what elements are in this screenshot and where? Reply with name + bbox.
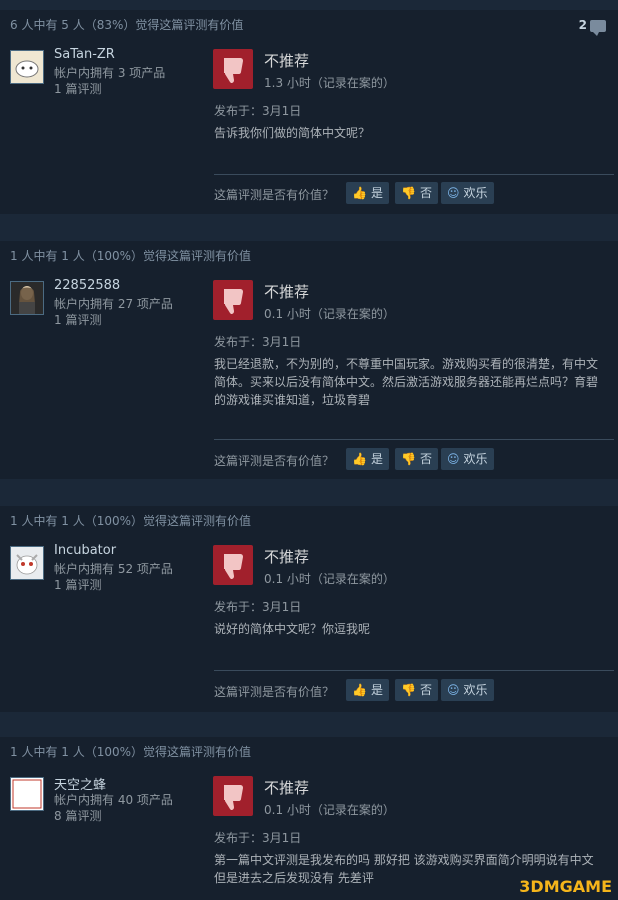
review-count[interactable]: 1 篇评测 — [54, 312, 173, 328]
vote-yes-button[interactable]: 👍 是 — [346, 679, 389, 701]
vote-yes-label: 是 — [370, 186, 383, 200]
vote-yes-button[interactable]: 👍 是 — [346, 182, 389, 204]
username-link[interactable]: 天空之蜂 — [54, 774, 106, 793]
review-card: 1 人中有 1 人（100%）觉得这篇评测有价值 天空之蜂 帐户内拥有 40 项… — [0, 737, 618, 900]
user-info: 帐户内拥有 3 项产品 1 篇评测 — [54, 65, 165, 97]
posted-date: 发布于：3月1日 — [214, 831, 302, 845]
avatar[interactable] — [10, 50, 44, 84]
thumb-up-icon: 👍 — [352, 186, 367, 200]
hours-played: 0.1 小时（记录在案的） — [264, 307, 395, 321]
comment-count[interactable]: 2 — [579, 10, 606, 40]
watermark: 3DMGAME — [519, 877, 612, 896]
avatar-image — [11, 547, 43, 579]
review-count[interactable]: 8 篇评测 — [54, 808, 173, 824]
products-owned[interactable]: 帐户内拥有 3 项产品 — [54, 65, 165, 81]
review-helpful-summary: 1 人中有 1 人（100%）觉得这篇评测有价值 — [0, 737, 618, 767]
thumb-down-icon — [213, 280, 253, 320]
comment-count-value: 2 — [578, 18, 587, 32]
review-body: Incubator 帐户内拥有 52 项产品 1 篇评测 不推荐 0.1 小时（… — [0, 536, 618, 712]
divider — [214, 670, 614, 671]
divider — [214, 174, 614, 175]
smiley-icon: ☺ — [447, 683, 460, 697]
products-owned[interactable]: 帐户内拥有 27 项产品 — [54, 296, 173, 312]
thumb-down-icon — [213, 545, 253, 585]
vote-funny-button[interactable]: ☺ 欢乐 — [441, 448, 494, 470]
thumb-down-icon — [213, 49, 253, 89]
products-owned[interactable]: 帐户内拥有 40 项产品 — [54, 792, 173, 808]
verdict-title[interactable]: 不推荐 — [264, 777, 309, 798]
smiley-icon: ☺ — [447, 186, 460, 200]
verdict-title[interactable]: 不推荐 — [264, 50, 309, 71]
posted-date: 发布于：3月1日 — [214, 335, 302, 349]
avatar[interactable] — [10, 777, 44, 811]
review-count[interactable]: 1 篇评测 — [54, 81, 165, 97]
thumb-down-small-icon: 👎 — [401, 683, 416, 697]
products-owned[interactable]: 帐户内拥有 52 项产品 — [54, 561, 173, 577]
vote-no-button[interactable]: 👎 否 — [395, 182, 438, 204]
avatar[interactable] — [10, 546, 44, 580]
comment-icon — [590, 19, 606, 36]
review-content: 我已经退款，不为别的，不尊重中国玩家。游戏购买看的很清楚，有中文简体。买来以后没… — [214, 357, 599, 407]
helpful-question: 这篇评测是否有价值？ — [214, 454, 335, 468]
thumb-up-icon: 👍 — [352, 683, 367, 697]
review-helpful-summary: 1 人中有 1 人（100%）觉得这篇评测有价值 — [0, 506, 618, 536]
user-info: 帐户内拥有 40 项产品 8 篇评测 — [54, 792, 173, 824]
review-body: SaTan-ZR 帐户内拥有 3 项产品 1 篇评测 不推荐 1.3 小时（记录… — [0, 40, 618, 214]
helpful-summary-text: 1 人中有 1 人（100%）觉得这篇评测有价值 — [10, 249, 252, 263]
helpful-summary-text: 1 人中有 1 人（100%）觉得这篇评测有价值 — [10, 514, 252, 528]
hours-played: 1.3 小时（记录在案的） — [264, 76, 395, 90]
review-helpful-summary: 6 人中有 5 人（83%）觉得这篇评测有价值 2 — [0, 10, 618, 40]
helpful-summary-text: 6 人中有 5 人（83%）觉得这篇评测有价值 — [10, 18, 244, 32]
avatar-image — [11, 282, 43, 314]
review-body: 22852588 帐户内拥有 27 项产品 1 篇评测 不推荐 0.1 小时（记… — [0, 271, 618, 479]
vote-no-button[interactable]: 👎 否 — [395, 679, 438, 701]
thumb-down-small-icon: 👎 — [401, 452, 416, 466]
vote-yes-label: 是 — [370, 683, 383, 697]
divider — [214, 439, 614, 440]
username-link[interactable]: SaTan-ZR — [54, 47, 115, 62]
thumb-down-small-icon: 👎 — [401, 186, 416, 200]
avatar-image — [11, 51, 43, 83]
helpful-question: 这篇评测是否有价值？ — [214, 685, 335, 699]
user-info: 帐户内拥有 52 项产品 1 篇评测 — [54, 561, 173, 593]
hours-played: 0.1 小时（记录在案的） — [264, 803, 395, 817]
review-helpful-summary: 1 人中有 1 人（100%）觉得这篇评测有价值 — [0, 241, 618, 271]
thumb-down-icon — [213, 776, 253, 816]
review-card: 1 人中有 1 人（100%）觉得这篇评测有价值 Incubator 帐户内拥有… — [0, 506, 618, 712]
vote-no-label: 否 — [419, 186, 432, 200]
vote-funny-label: 欢乐 — [463, 683, 488, 697]
thumb-up-icon: 👍 — [352, 452, 367, 466]
review-card: 6 人中有 5 人（83%）觉得这篇评测有价值 2 SaTan-ZR 帐户内拥有… — [0, 10, 618, 214]
avatar[interactable] — [10, 281, 44, 315]
smiley-icon: ☺ — [447, 452, 460, 466]
vote-funny-label: 欢乐 — [463, 186, 488, 200]
review-card: 1 人中有 1 人（100%）觉得这篇评测有价值 22852588 帐户内拥有 … — [0, 241, 618, 479]
helpful-question: 这篇评测是否有价值？ — [214, 188, 335, 202]
watermark-text: 3DMGAME — [519, 877, 612, 896]
verdict-title[interactable]: 不推荐 — [264, 281, 309, 302]
vote-no-button[interactable]: 👎 否 — [395, 448, 438, 470]
verdict-title[interactable]: 不推荐 — [264, 546, 309, 567]
vote-no-label: 否 — [419, 452, 432, 466]
vote-yes-button[interactable]: 👍 是 — [346, 448, 389, 470]
vote-funny-button[interactable]: ☺ 欢乐 — [441, 182, 494, 204]
user-info: 帐户内拥有 27 项产品 1 篇评测 — [54, 296, 173, 328]
vote-funny-label: 欢乐 — [463, 452, 488, 466]
posted-date: 发布于：3月1日 — [214, 600, 302, 614]
review-content: 告诉我你们做的简体中文呢？ — [214, 126, 371, 140]
review-count[interactable]: 1 篇评测 — [54, 577, 173, 593]
hours-played: 0.1 小时（记录在案的） — [264, 572, 395, 586]
username-link[interactable]: Incubator — [54, 543, 116, 558]
vote-no-label: 否 — [419, 683, 432, 697]
username-link[interactable]: 22852588 — [54, 278, 120, 293]
avatar-image — [11, 778, 43, 810]
vote-funny-button[interactable]: ☺ 欢乐 — [441, 679, 494, 701]
review-content: 说好的简体中文呢？你逗我呢 — [214, 622, 371, 636]
posted-date: 发布于：3月1日 — [214, 104, 302, 118]
helpful-summary-text: 1 人中有 1 人（100%）觉得这篇评测有价值 — [10, 745, 252, 759]
vote-yes-label: 是 — [370, 452, 383, 466]
